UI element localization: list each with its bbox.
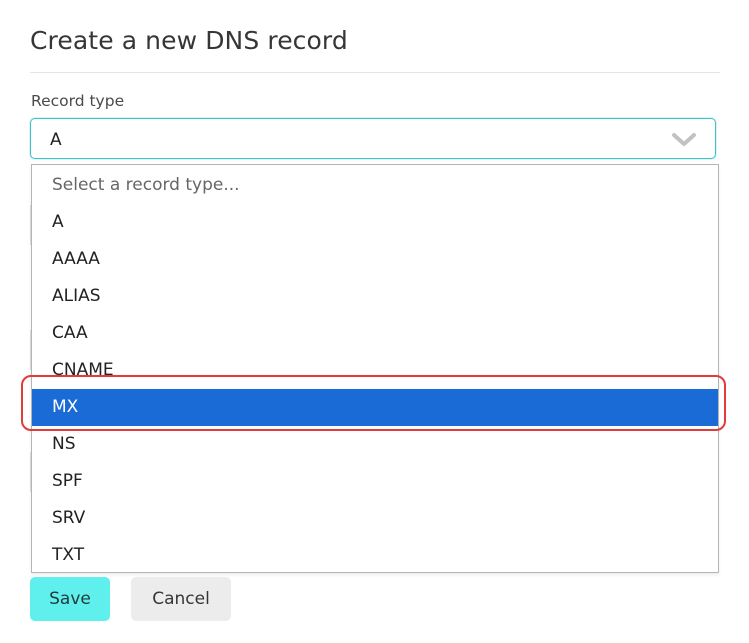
chevron-down-icon [672,133,696,146]
page-title: Create a new DNS record [30,26,348,55]
option-caa[interactable]: CAA [32,315,718,352]
option-a[interactable]: A [32,204,718,241]
option-aaaa[interactable]: AAAA [32,241,718,278]
option-ns[interactable]: NS [32,426,718,463]
record-type-dropdown-list: Select a record type... A AAAA ALIAS CAA… [31,164,719,573]
save-button[interactable]: Save [30,577,110,621]
dns-record-dialog: Create a new DNS record Record type A Se… [0,0,749,643]
title-divider [30,72,720,73]
record-type-selected-value: A [50,130,62,150]
option-cname[interactable]: CNAME [32,352,718,389]
option-txt[interactable]: TXT [32,537,718,574]
cancel-button[interactable]: Cancel [131,577,231,621]
option-alias[interactable]: ALIAS [32,278,718,315]
option-spf[interactable]: SPF [32,463,718,500]
option-placeholder[interactable]: Select a record type... [32,167,718,204]
option-srv[interactable]: SRV [32,500,718,537]
option-mx[interactable]: MX [32,389,718,426]
record-type-select[interactable]: A [30,118,716,159]
record-type-label: Record type [31,92,125,110]
